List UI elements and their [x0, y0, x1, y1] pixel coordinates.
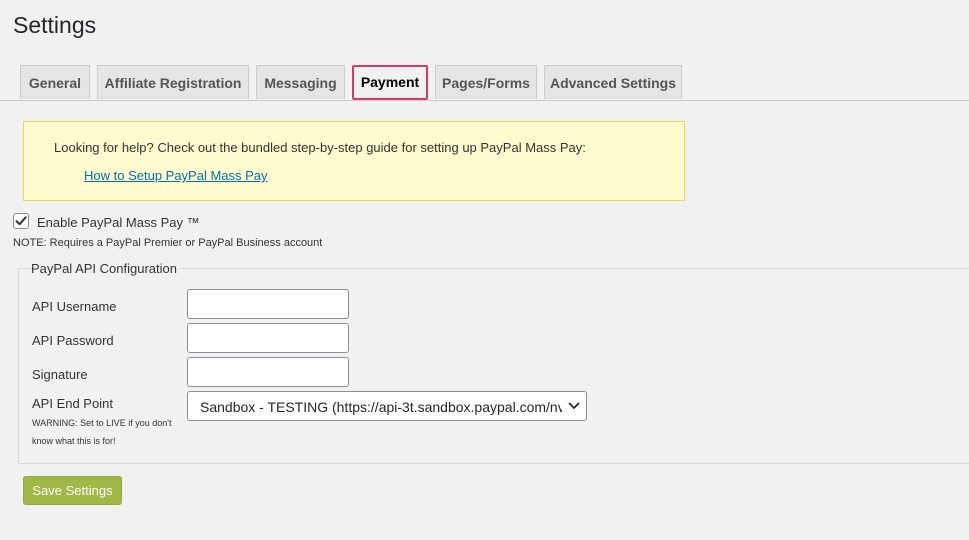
chevron-down-icon	[568, 402, 580, 409]
tab-advanced-settings[interactable]: Advanced Settings	[544, 65, 682, 99]
api-endpoint-selected-value: Sandbox - TESTING (https://api-3t.sandbo…	[200, 399, 562, 415]
api-username-label: API Username	[32, 299, 117, 314]
tab-messaging[interactable]: Messaging	[256, 65, 345, 99]
tab-general[interactable]: General	[20, 65, 90, 99]
help-notice: Looking for help? Check out the bundled …	[23, 121, 685, 201]
help-notice-text: Looking for help? Check out the bundled …	[54, 140, 586, 155]
api-endpoint-warning: WARNING: Set to LIVE if you don't know w…	[32, 418, 172, 446]
api-endpoint-select[interactable]: Sandbox - TESTING (https://api-3t.sandbo…	[187, 391, 587, 421]
tab-affiliate-registration[interactable]: Affiliate Registration	[97, 65, 249, 99]
api-config-legend: PayPal API Configuration	[31, 261, 180, 276]
api-username-input[interactable]	[187, 289, 349, 319]
settings-tabs: General Affiliate Registration Messaging…	[0, 65, 969, 101]
checkmark-icon	[15, 216, 27, 226]
api-password-label: API Password	[32, 333, 114, 348]
signature-input[interactable]	[187, 357, 349, 387]
tab-pages-forms[interactable]: Pages/Forms	[435, 65, 537, 99]
page-title: Settings	[13, 12, 97, 38]
enable-masspay-label: Enable PayPal Mass Pay ™	[37, 215, 200, 230]
tab-payment[interactable]: Payment	[352, 65, 428, 100]
setup-guide-link[interactable]: How to Setup PayPal Mass Pay	[84, 168, 268, 183]
account-requirement-note: NOTE: Requires a PayPal Premier or PayPa…	[13, 237, 323, 249]
api-password-input[interactable]	[187, 323, 349, 353]
save-settings-button[interactable]: Save Settings	[23, 476, 122, 505]
enable-masspay-checkbox[interactable]	[13, 213, 29, 229]
signature-label: Signature	[32, 367, 88, 382]
api-endpoint-label: API End Point	[32, 396, 113, 411]
